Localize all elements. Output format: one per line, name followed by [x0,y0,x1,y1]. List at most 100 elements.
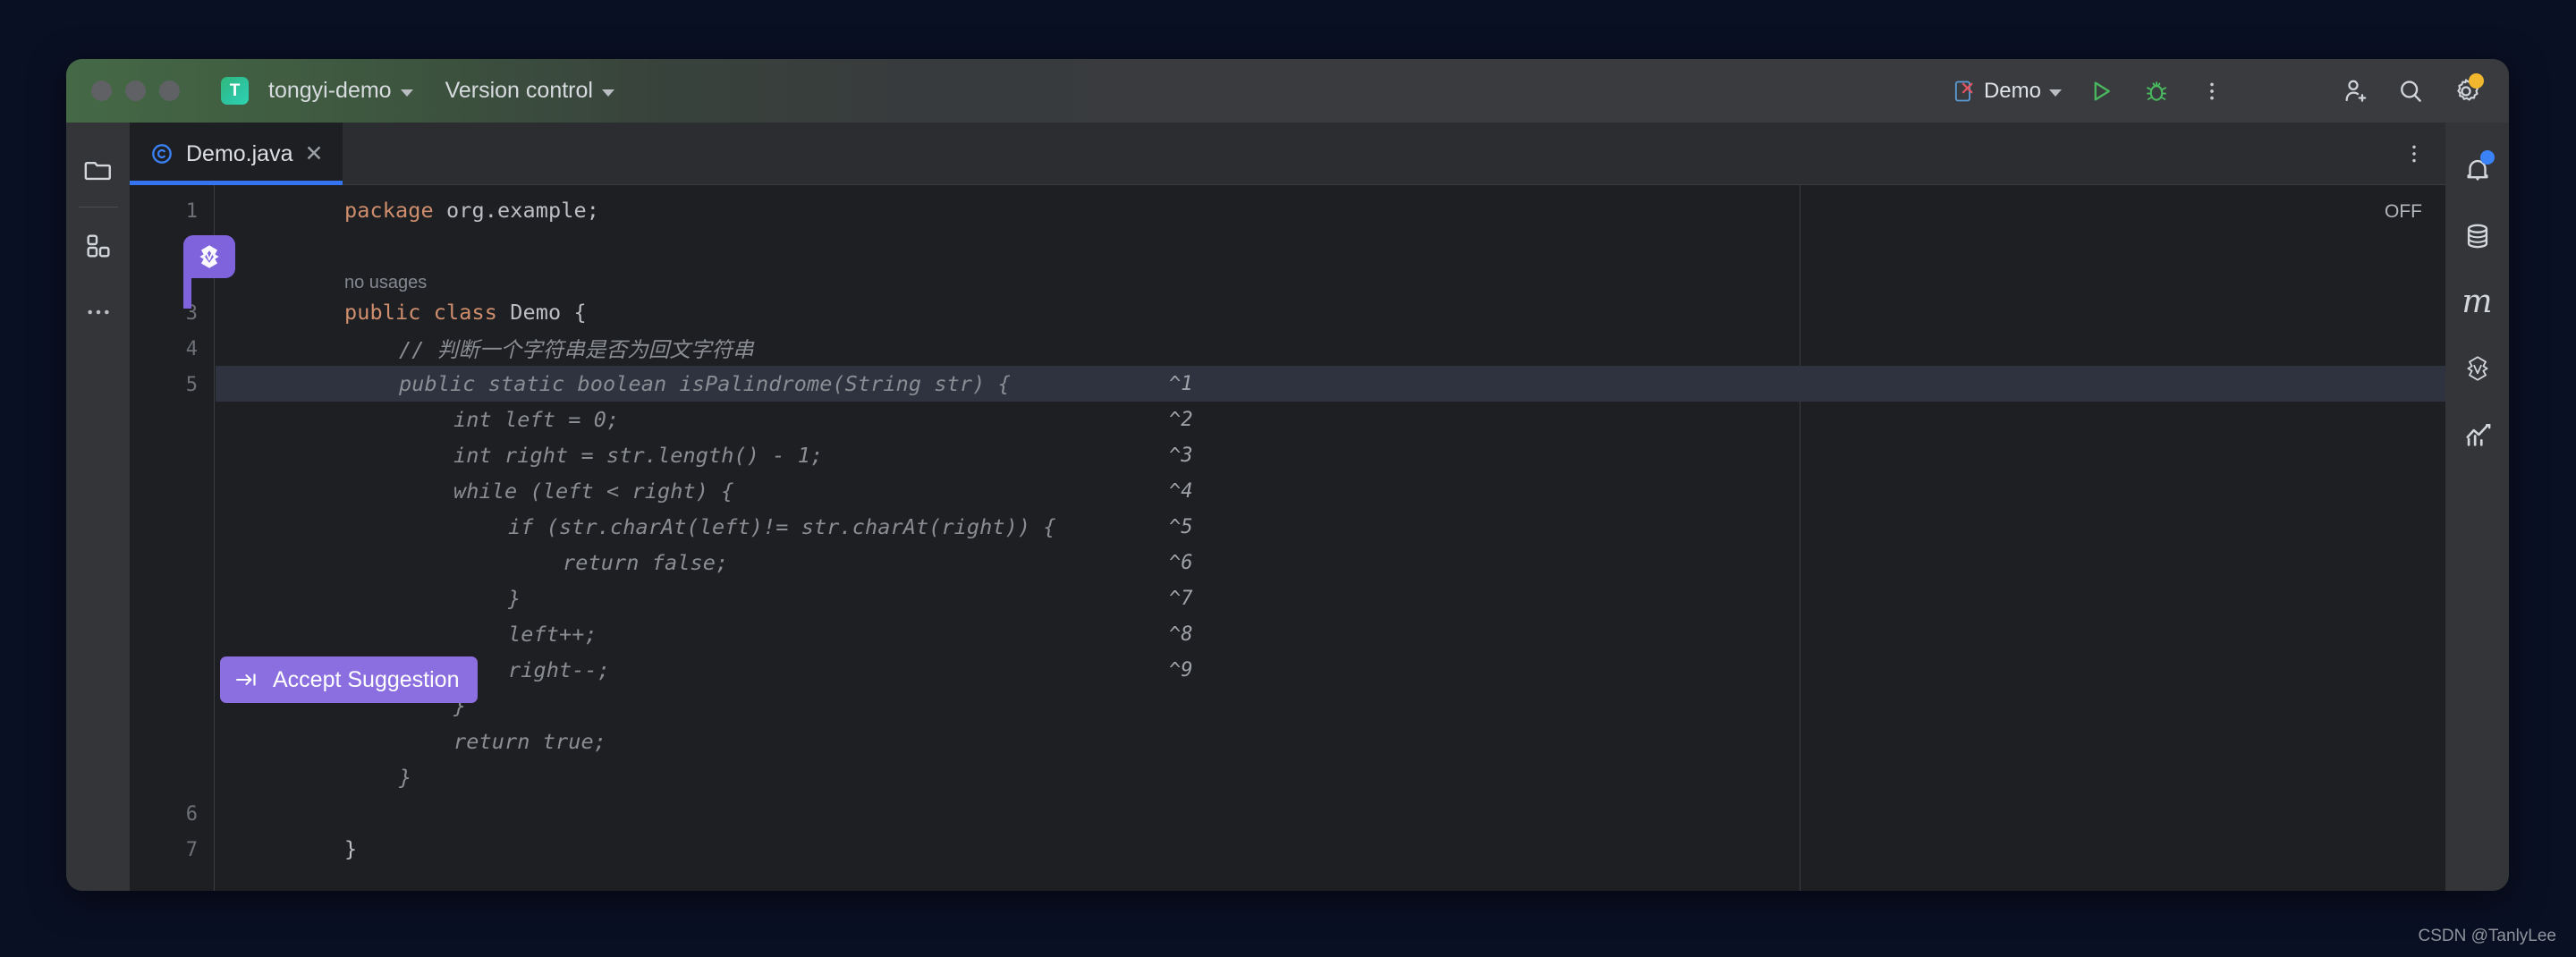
code-line-text: } [399,765,412,790]
debug-button[interactable] [2131,66,2182,116]
code-line-text: int right = str.length() - 1; [453,443,824,468]
code-token: org.example; [446,198,599,223]
code-line-text: left++; [508,622,597,647]
code-line-text: // 判断一个字符串是否为回文字符串 [399,337,754,362]
add-user-button[interactable] [2330,66,2380,116]
code-editor[interactable]: 1234567 OFF package org.example;no usage… [130,185,2445,891]
code-line-text: int left = 0; [453,407,620,432]
chevron-down-icon [2049,89,2062,97]
suggestion-hint-marker: ^7 [1169,587,1193,610]
sidebar-item-notifications[interactable] [2450,142,2505,198]
suggestion-hint-marker: ^1 [1169,372,1193,395]
tab-close-icon[interactable]: ✕ [305,142,324,165]
code-token: } [344,836,358,861]
code-line-text: return true; [453,729,606,754]
code-line-text: public static boolean isPalindrome(Strin… [399,371,1011,396]
version-control-label: Version control [445,78,593,103]
code-line[interactable]: } [216,759,2445,795]
maven-m-icon: m [2462,284,2493,320]
more-vertical-icon [2412,145,2416,162]
ide-window: T tongyi-demo Version control Demo Demo.… [66,59,2509,891]
tab-strip-more-button[interactable] [2383,123,2445,185]
code-line[interactable]: int right = str.length() - 1; ^3 [216,437,2445,473]
code-line[interactable]: } ^7 [216,580,2445,616]
code-token: Demo { [510,300,587,325]
code-line[interactable]: public static boolean isPalindrome(Strin… [216,366,2445,402]
code-line-text: return false; [563,550,729,575]
code-line[interactable]: left++; ^8 [216,616,2445,652]
code-lines-layer: package org.example; no usages public clas… [216,185,2445,891]
code-line[interactable]: } [216,688,2445,724]
more-actions-button[interactable] [2187,66,2237,116]
code-line[interactable]: while (left < right) {^4 [216,473,2445,509]
code-line-text: while (left < right) { [453,478,734,504]
left-tool-rail [66,123,130,891]
suggestion-hint-marker: ^3 [1169,444,1193,467]
suggestion-hint-marker: ^6 [1169,551,1193,574]
run-config-name: Demo [1983,78,2041,103]
maximize-window-button[interactable] [159,80,180,101]
code-line-text: if (str.charAt(left)!= str.charAt(right)… [508,514,1056,539]
chevron-down-icon [400,89,413,97]
accept-suggestion-button[interactable]: Accept Suggestion [220,656,479,703]
sidebar-item-maven[interactable]: m [2450,275,2505,330]
tongyi-lingma-icon [2466,356,2488,381]
suggestion-hint-marker: ^8 [1169,622,1193,646]
titlebar-actions: Demo [1942,66,2491,116]
sidebar-item-more[interactable] [72,286,125,338]
settings-update-badge [2469,72,2484,89]
add-user-icon [2345,80,2367,102]
sidebar-item-project-files[interactable] [72,144,125,196]
window-controls [91,80,180,101]
java-class-icon [152,144,172,164]
suggestion-hint-marker: ^5 [1169,515,1193,538]
gutter-line-number: 4 [185,338,198,360]
sidebar-item-profiler[interactable] [2450,407,2505,462]
code-line[interactable]: return false; ^6 [216,545,2445,580]
database-icon [2467,224,2487,249]
editor-gutter[interactable]: 1234567 [130,185,215,891]
code-line[interactable]: } [216,831,2445,867]
project-name-label: tongyi-demo [268,78,392,103]
search-icon [2401,80,2421,102]
tab-strip-filler [343,123,2383,185]
settings-button[interactable] [2441,66,2491,116]
suggestion-hint-marker: ^2 [1169,408,1193,431]
code-line-text: public class Demo { [344,300,587,325]
code-line[interactable]: return true; [216,724,2445,759]
code-line[interactable]: public class Demo { [216,294,2445,330]
close-window-button[interactable] [91,80,112,101]
gutter-line-number: 5 [185,374,198,396]
minimize-window-button[interactable] [125,80,146,101]
project-selector[interactable]: T tongyi-demo [212,72,422,110]
tongyi-lingma-badge[interactable] [183,235,235,278]
more-vertical-icon [2210,82,2214,99]
run-button[interactable] [2076,66,2126,116]
more-horizontal-icon [87,309,109,315]
code-line[interactable] [216,228,2445,264]
watermark: CSDN @TanlyLee [2418,927,2556,945]
tongyi-badge-tail [183,278,191,309]
gutter-line-number: 1 [185,200,198,223]
code-line[interactable]: if (str.charAt(left)!= str.charAt(right)… [216,509,2445,545]
code-line[interactable]: right--; ^9 [216,652,2445,688]
tab-key-icon [236,673,256,686]
code-line[interactable]: // 判断一个字符串是否为回文字符串 [216,330,2445,366]
run-configuration-selector[interactable]: Demo [1942,73,2071,109]
code-line[interactable]: package org.example; [216,192,2445,228]
code-line[interactable] [216,795,2445,831]
structure-icon [86,234,110,258]
sidebar-item-tongyi-lingma[interactable] [2450,341,2505,396]
editor-column: Demo.java ✕ 1234567 OFF package or [130,123,2445,891]
sidebar-item-database[interactable] [2450,208,2505,264]
accept-suggestion-label: Accept Suggestion [273,666,460,692]
code-line-text: package org.example; [344,198,599,223]
code-line[interactable]: int left = 0; ^2 [216,402,2445,437]
tab-demo-java[interactable]: Demo.java ✕ [130,123,343,185]
debug-icon [2147,80,2166,101]
right-tool-rail: m [2445,123,2509,891]
search-button[interactable] [2385,66,2436,116]
version-control-menu[interactable]: Version control [436,72,623,109]
sidebar-item-structure[interactable] [72,220,125,272]
tab-label: Demo.java [186,140,293,166]
